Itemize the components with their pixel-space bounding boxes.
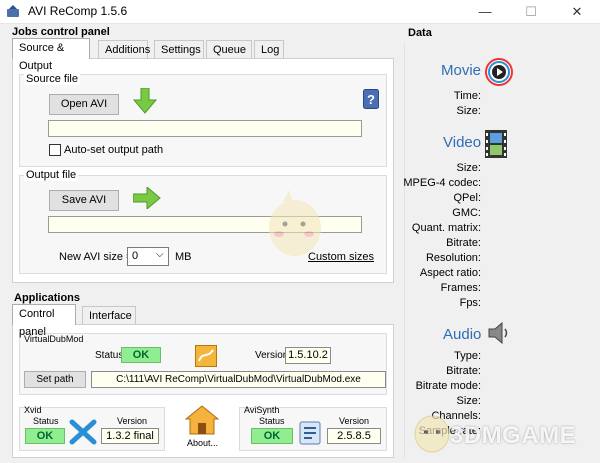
output-file-label: Output file	[24, 169, 79, 181]
video-field-frames: Frames:	[440, 282, 481, 294]
open-avi-button[interactable]: Open AVI	[49, 94, 119, 115]
watermark-logo-icon	[414, 415, 450, 453]
film-strip-icon	[485, 130, 507, 158]
avi-size-select[interactable]: 0 ⌵	[127, 247, 169, 266]
xvid-label: Xvid	[24, 405, 42, 415]
data-panel: Movie Time: Size: Video Size: MPEG-4 cod…	[403, 44, 594, 458]
virtualdub-version: 1.5.10.2	[285, 347, 331, 364]
chevron-down-icon: ⌵	[156, 249, 164, 260]
tab-additions[interactable]: Additions	[98, 40, 150, 59]
tab-source-output[interactable]: Source & Output	[12, 38, 90, 72]
window-title: AVI ReComp 1.5.6	[28, 4, 128, 18]
movie-play-icon	[485, 58, 513, 86]
speaker-icon	[488, 321, 508, 345]
app-icon	[7, 5, 19, 17]
about-house-icon[interactable]	[185, 405, 219, 435]
tab-interface[interactable]: Interface	[82, 306, 136, 325]
xvid-version-label: Version	[117, 416, 148, 426]
video-field-codec: MPEG-4 codec:	[403, 177, 481, 189]
movie-field-size: Size:	[456, 105, 481, 117]
set-path-button[interactable]: Set path	[24, 371, 86, 388]
video-field-quant-matrix: Quant. matrix:	[411, 222, 481, 234]
avisynth-label: AviSynth	[244, 405, 280, 415]
avisynth-icon	[299, 421, 321, 445]
about-button-label[interactable]: About...	[187, 438, 218, 448]
arrow-right-icon	[133, 187, 161, 209]
applications-title: Applications	[14, 292, 81, 304]
data-panel-title: Data	[408, 27, 432, 39]
arrow-down-icon	[133, 88, 157, 114]
video-field-qpel: QPel:	[453, 192, 481, 204]
title-bar: AVI ReComp 1.5.6 — ☐ ✕	[0, 0, 600, 24]
tab-queue[interactable]: Queue	[206, 40, 252, 59]
tab-settings[interactable]: Settings	[154, 40, 204, 59]
jobs-panel-title: Jobs control panel	[12, 26, 110, 38]
source-path-field[interactable]	[48, 120, 362, 137]
minimize-button[interactable]: —	[462, 0, 508, 24]
avi-size-unit: MB	[175, 251, 192, 263]
audio-heading: Audio	[443, 326, 482, 343]
auto-set-label: Auto-set output path	[64, 144, 164, 156]
tab-control-panel[interactable]: Control panel	[12, 304, 76, 338]
virtualdub-status-badge: OK	[121, 347, 161, 363]
movie-field-time: Time:	[453, 90, 481, 102]
mascot-watermark-icon	[269, 190, 321, 256]
xvid-status-label: Status	[33, 416, 59, 426]
close-button[interactable]: ✕	[554, 0, 600, 24]
virtualdub-path: C:\111\AVI ReComp\VirtualDubMod\VirtualD…	[91, 371, 386, 388]
audio-field-type: Type:	[454, 350, 481, 362]
video-field-bitrate: Bitrate:	[446, 237, 481, 249]
video-heading: Video	[443, 134, 482, 151]
source-output-panel: Source file Open AVI ? Auto-set output p…	[12, 58, 394, 283]
virtualdub-version-label: Version	[255, 350, 289, 361]
xvid-version: 1.3.2 final	[101, 428, 159, 444]
save-avi-button[interactable]: Save AVI	[49, 190, 119, 211]
xvid-logo-icon	[69, 419, 97, 445]
video-field-fps: Fps:	[459, 297, 481, 309]
maximize-button[interactable]: ☐	[508, 0, 554, 24]
avisynth-version-label: Version	[339, 416, 370, 426]
avisynth-status-label: Status	[259, 416, 285, 426]
xvid-status-badge: OK	[25, 428, 65, 444]
auto-set-checkbox[interactable]	[49, 144, 61, 156]
new-avi-size-label: New AVI size =	[59, 251, 133, 263]
avi-size-value: 0	[132, 250, 139, 262]
movie-heading: Movie	[441, 62, 482, 79]
virtualdub-status-label: Status	[95, 350, 124, 361]
audio-field-bitrate: Bitrate:	[446, 365, 481, 377]
video-field-gmc: GMC:	[452, 207, 481, 219]
applications-panel: VirtualDubMod Status OK Version 1.5.10.2…	[12, 324, 394, 458]
audio-field-bitrate-mode: Bitrate mode:	[415, 380, 481, 392]
watermark-text: 3DMGAME	[450, 422, 577, 449]
tab-log[interactable]: Log	[254, 40, 284, 59]
avisynth-status-badge: OK	[251, 428, 293, 444]
video-field-aspect-ratio: Aspect ratio:	[419, 267, 481, 279]
video-field-resolution: Resolution:	[425, 252, 481, 264]
video-field-size: Size:	[456, 162, 481, 174]
virtualdub-icon	[195, 345, 217, 367]
